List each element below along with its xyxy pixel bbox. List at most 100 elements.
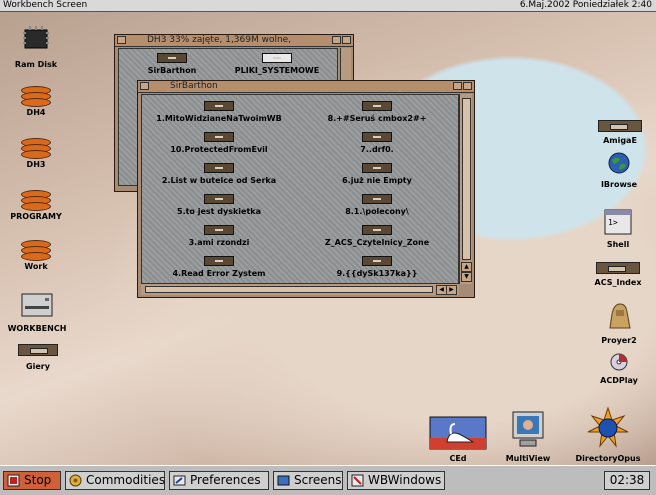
drawer-item[interactable]: 10.ProtectedFromEvil	[144, 132, 294, 155]
drawer-label: Z_ACS_Czytelnicy_Zone	[324, 238, 430, 247]
drawer-label: 1.MitoWidzianeNaTwoimWB	[156, 114, 282, 123]
screen-title-bar[interactable]: Workbench Screen 6.Maj.2002 Poniedziałek…	[0, 0, 656, 12]
opus-icon	[587, 406, 629, 448]
desktop-icon-proyer2[interactable]: Proyer2	[588, 300, 650, 346]
drawer-icon	[362, 101, 392, 111]
depth-icon[interactable]	[463, 82, 472, 90]
desktop-icon-label: Proyer2	[601, 336, 637, 345]
harddisk-icon	[21, 240, 51, 262]
window-title-bar[interactable]: SirBarthon	[138, 81, 474, 93]
drawer-item[interactable]: 3.ami rzondzi	[144, 225, 294, 248]
scrollbar-knob[interactable]	[145, 286, 433, 293]
drawer-item[interactable]: 5.to jest dyskietka	[144, 194, 294, 217]
scrollbar-knob[interactable]	[462, 98, 471, 260]
desktop-icon-label: IBrowse	[600, 180, 638, 189]
screen-status: 6.Maj.2002 Poniedziałek 2:40	[519, 0, 652, 10]
desktop-icon-ram-disk[interactable]: Ram Disk	[5, 22, 67, 70]
vertical-scrollbar[interactable]: ▲ ▼	[459, 94, 472, 284]
screens-button[interactable]: Screens	[273, 471, 343, 490]
drawer-label: 8.1.\polecony\	[345, 207, 409, 216]
taskbar-clock: 02:38	[604, 471, 650, 490]
drawer-item[interactable]: 6.już nie Empty	[298, 163, 456, 186]
stop-icon	[7, 474, 20, 487]
desktop-icon-programy[interactable]: PROGRAMY	[4, 190, 68, 222]
desktop-icon-label: MultiView	[505, 454, 551, 463]
screens-icon	[277, 475, 290, 486]
desktop-icon-label: AmigaE	[603, 136, 637, 145]
window-title-bar[interactable]: DH3 33% zajęte, 1,369M wolne,	[115, 35, 353, 47]
preferences-label: Preferences	[190, 473, 261, 487]
zoom-icon[interactable]	[332, 36, 341, 44]
file-icon	[262, 53, 292, 63]
floppy-drive-icon	[21, 293, 53, 317]
window-sirbarthon[interactable]: SirBarthon 1.MitoWidzianeNaTwoimWB 10.Pr…	[137, 80, 475, 298]
desktop-icon-multiview[interactable]: MultiView	[494, 410, 562, 464]
terminal-icon: 1>	[604, 209, 632, 235]
drawer-item[interactable]: 8.1.\polecony\	[298, 194, 456, 217]
drawer-sirbarthon[interactable]: SirBarthon	[137, 53, 207, 76]
close-icon[interactable]	[117, 36, 126, 44]
desktop-icon-shell[interactable]: 1> Shell	[590, 208, 646, 250]
close-icon[interactable]	[140, 82, 149, 90]
desktop-icon-work[interactable]: Work	[8, 240, 64, 272]
drawer-icon	[362, 256, 392, 266]
cd-icon	[610, 353, 628, 371]
taskbar: Stop Commodities Preferences Screens WBW…	[0, 465, 656, 495]
drawer-item[interactable]: 4.Read Error Zystem	[144, 256, 294, 279]
drawer-label: 9.{{dySk137ka}}	[336, 269, 418, 278]
wbwindows-button[interactable]: WBWindows	[347, 471, 445, 490]
preferences-icon	[173, 475, 186, 486]
desktop-icon-label: DirectoryOpus	[575, 454, 641, 463]
arrow-down-icon[interactable]: ▼	[461, 272, 472, 282]
drawer-icon	[362, 194, 392, 204]
harddisk-icon	[21, 190, 51, 212]
horizontal-scrollbar[interactable]: ◀ ▶	[141, 283, 459, 295]
swan-icon	[429, 416, 487, 450]
desktop-icon-label: ACS_Index	[594, 278, 642, 287]
drawer-icon	[204, 194, 234, 204]
drawer-item[interactable]: 2.List w butelce od Serka	[144, 163, 294, 186]
depth-icon[interactable]	[342, 36, 351, 44]
drawer-icon	[596, 262, 640, 274]
drawer-label: 10.ProtectedFromEvil	[170, 145, 268, 154]
stop-button[interactable]: Stop	[3, 471, 61, 490]
desktop-icon-label: Shell	[606, 240, 630, 249]
desktop-icon-giery[interactable]: Giery	[10, 344, 66, 372]
desktop-icon-label: DH4	[26, 108, 46, 117]
drawer-label: 3.ami rzondzi	[188, 238, 250, 247]
window-title: SirBarthon	[170, 81, 218, 91]
drawer-label: 2.List w butelce od Serka	[161, 176, 277, 185]
zoom-icon[interactable]	[453, 82, 462, 90]
desktop-icon-workbench[interactable]: WORKBENCH	[2, 290, 72, 334]
drawer-icon	[204, 225, 234, 235]
desktop-icon-ibrowse[interactable]: IBrowse	[588, 150, 650, 190]
stop-label: Stop	[24, 473, 52, 487]
drawer-icon	[204, 132, 234, 142]
drawer-icon	[362, 225, 392, 235]
drawer-icon	[598, 120, 642, 132]
desktop-icon-label: Giery	[26, 362, 50, 371]
drawer-icon	[204, 163, 234, 173]
desktop-icon-directoryopus[interactable]: DirectoryOpus	[562, 406, 654, 464]
arrow-up-icon[interactable]: ▲	[461, 262, 472, 272]
desktop-icon-amigae[interactable]: AmigaE	[592, 120, 648, 146]
screens-label: Screens	[294, 473, 342, 487]
desktop-icon-label: DH3	[26, 160, 46, 169]
sphinx-icon	[609, 303, 631, 329]
desktop-icon-acs-index[interactable]: ACS_Index	[584, 262, 652, 288]
desktop-icon-label: ACDPlay	[600, 376, 638, 385]
preferences-button[interactable]: Preferences	[169, 471, 269, 490]
monitor-icon	[512, 411, 544, 447]
desktop-icon-acdplay[interactable]: ACDPlay	[590, 352, 648, 386]
desktop-icon-ced[interactable]: CEd	[426, 416, 490, 464]
desktop-icon-dh4[interactable]: DH4	[8, 86, 64, 118]
commodities-button[interactable]: Commodities	[65, 471, 165, 490]
arrow-right-icon[interactable]: ▶	[446, 285, 457, 295]
drawer-item[interactable]: 7..drf0.	[298, 132, 456, 155]
drawer-pliki-systemowe[interactable]: PLIKI_SYSTEMOWE	[207, 53, 347, 76]
drawer-item[interactable]: 8.+#Seruś cmbox2#+	[298, 101, 456, 124]
drawer-item[interactable]: 1.MitoWidzianeNaTwoimWB	[144, 101, 294, 124]
desktop-icon-dh3[interactable]: DH3	[8, 138, 64, 170]
drawer-item[interactable]: 9.{{dySk137ka}}	[298, 256, 456, 279]
drawer-item[interactable]: Z_ACS_Czytelnicy_Zone	[298, 225, 456, 248]
